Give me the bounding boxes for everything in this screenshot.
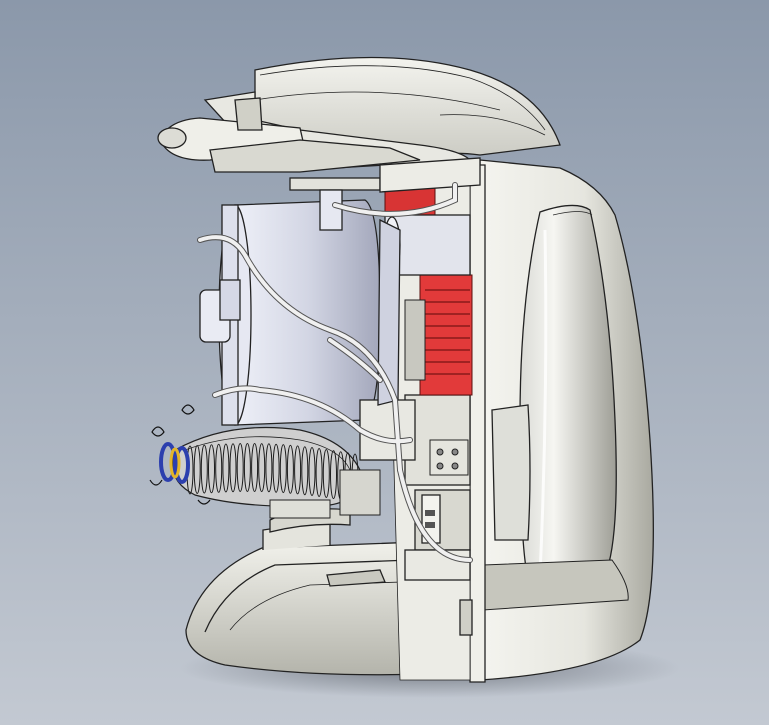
cad-viewport	[0, 0, 769, 725]
cad-render	[0, 0, 769, 725]
